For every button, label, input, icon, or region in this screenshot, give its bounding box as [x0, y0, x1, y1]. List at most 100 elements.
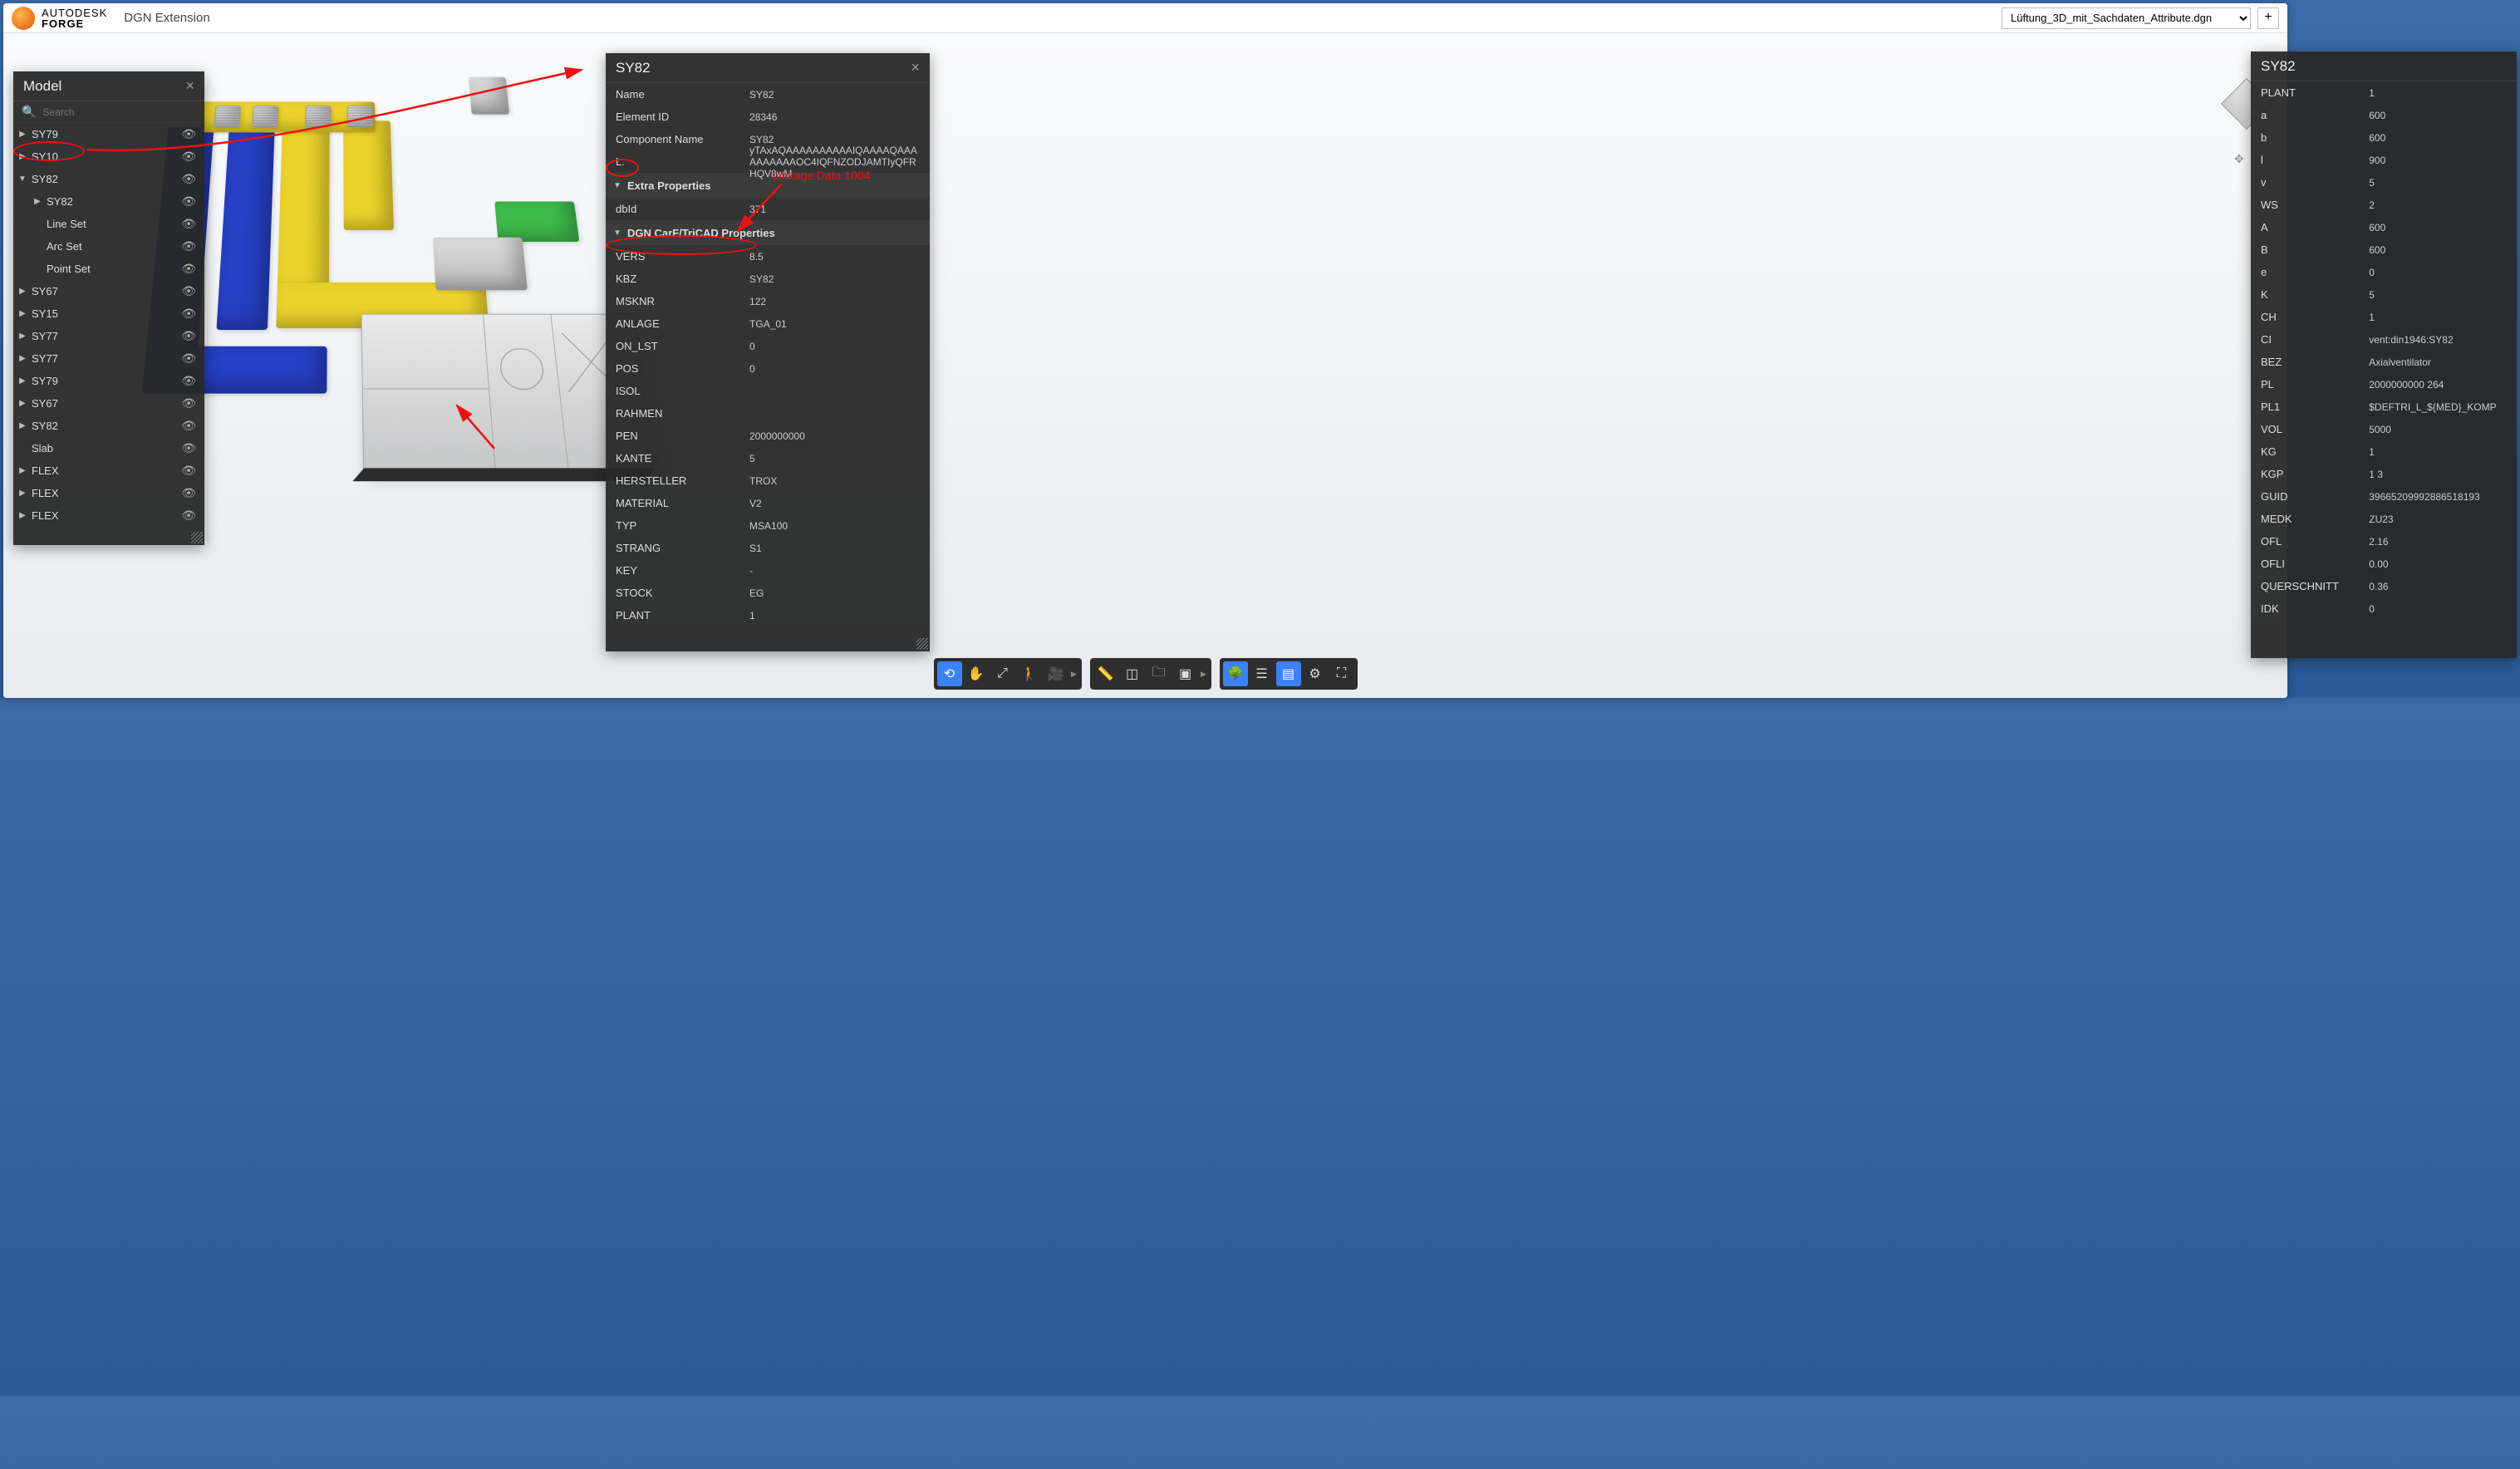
fullscreen-button[interactable]: ⛶	[1329, 661, 1354, 686]
property-row: L.yTAxAQAAAAAAAAAAIQAAAAQAAAAAAAAAAOC4IQ…	[606, 150, 930, 173]
property-key: VERS	[616, 250, 749, 263]
property-key: PLANT	[616, 609, 749, 622]
props-panel-titlebar[interactable]: SY82 ×	[606, 53, 930, 83]
visibility-eye-icon[interactable]: 👁	[181, 262, 196, 276]
properties-button[interactable]: ▤	[1276, 661, 1301, 686]
visibility-eye-icon[interactable]: 👁	[181, 374, 196, 388]
visibility-eye-icon[interactable]: 👁	[181, 150, 196, 164]
caret-icon[interactable]: ▶	[18, 466, 27, 475]
visibility-eye-icon[interactable]: 👁	[181, 396, 196, 410]
visibility-eye-icon[interactable]: 👁	[181, 508, 196, 523]
tree-item[interactable]: Slab 👁	[13, 437, 204, 459]
property-key: BEZ	[2261, 356, 2369, 368]
right-panel-body[interactable]: PLANT1a600b600l900v5WS2A600B600e0K5CH1CI…	[2251, 81, 2517, 658]
property-row: b600	[2251, 126, 2517, 149]
zoom-button[interactable]: ⤢	[990, 661, 1015, 686]
first-person-button[interactable]: 🚶	[1017, 661, 1042, 686]
tree-item[interactable]: ▶SY77👁	[13, 347, 204, 370]
property-value: TROX	[749, 475, 920, 487]
structure-button[interactable]: 🌳	[1223, 661, 1248, 686]
camera-button[interactable]: 🎥	[1044, 661, 1068, 686]
tree-item-label: Slab	[32, 442, 176, 454]
tree-item[interactable]: Line Set👁	[13, 213, 204, 235]
property-section-header[interactable]: ▼DGN CarF/TriCAD Properties	[606, 220, 930, 245]
resize-handle-icon[interactable]	[916, 638, 928, 650]
section-button[interactable]: ◫	[1120, 661, 1145, 686]
visibility-eye-icon[interactable]: 👁	[181, 127, 196, 141]
orbit-button[interactable]: ⟲	[937, 661, 962, 686]
resize-handle-icon[interactable]	[191, 532, 203, 543]
caret-icon[interactable]: ▶	[18, 399, 27, 408]
layers-button[interactable]: ☰	[1250, 661, 1275, 686]
caret-icon[interactable]: ▶	[18, 287, 27, 296]
model-panel-titlebar[interactable]: Model ×	[13, 71, 204, 101]
properties-panel[interactable]: SY82 × NameSY82Element ID28346Component …	[606, 53, 930, 651]
tree-item[interactable]: Arc Set👁	[13, 235, 204, 258]
app-window: AUTODESK FORGE DGN Extension Lüftung_3D_…	[3, 3, 2287, 698]
pan-button[interactable]: ✋	[964, 661, 989, 686]
visibility-eye-icon[interactable]: 👁	[181, 284, 196, 298]
visibility-eye-icon[interactable]: 👁	[181, 194, 196, 209]
property-key: KG	[2261, 445, 2369, 458]
tree-item[interactable]: ▶SY67👁	[13, 280, 204, 302]
right-panel-titlebar[interactable]: SY82	[2251, 52, 2517, 81]
tree-item[interactable]: ▶SY10👁	[13, 145, 204, 168]
caret-icon[interactable]: ▶	[18, 489, 27, 498]
caret-icon[interactable]: ▶	[18, 354, 27, 363]
wasd-nav-icon[interactable]: ✥	[2234, 152, 2244, 166]
visibility-eye-icon[interactable]: 👁	[181, 307, 196, 321]
chevron-right-icon[interactable]: ▶	[1070, 661, 1078, 686]
properties-panel-secondary[interactable]: SY82 PLANT1a600b600l900v5WS2A600B600e0K5…	[2251, 52, 2517, 658]
tree-item[interactable]: ▶SY67👁	[13, 392, 204, 415]
add-file-button[interactable]: +	[2257, 7, 2279, 29]
explode-button[interactable]: 🗀	[1147, 661, 1172, 686]
model-browser-panel[interactable]: Model × 🔍 ▶SY79👁▶SY10👁▼SY82👁▶SY82👁Line S…	[13, 71, 204, 545]
tree-item[interactable]: Point Set👁	[13, 258, 204, 280]
caret-icon[interactable]: ▶	[18, 130, 27, 139]
visibility-eye-icon[interactable]: 👁	[181, 464, 196, 478]
model-tree[interactable]: ▶SY79👁▶SY10👁▼SY82👁▶SY82👁Line Set👁Arc Set…	[13, 123, 204, 545]
caret-icon[interactable]: ▶	[18, 376, 27, 386]
close-icon[interactable]: ×	[911, 59, 920, 76]
tree-item[interactable]: ▶SY77👁	[13, 325, 204, 347]
property-key: KEY	[616, 564, 749, 577]
props-body[interactable]: NameSY82Element ID28346Component NameSY8…	[606, 83, 930, 651]
close-icon[interactable]: ×	[185, 77, 194, 95]
caret-icon[interactable]: ▼	[18, 174, 27, 184]
visibility-eye-icon[interactable]: 👁	[181, 351, 196, 366]
viewer-canvas[interactable]: ⌂ ✥ Model × 🔍 ▶SY79👁▶SY10👁▼SY82👁▶SY82👁Li…	[3, 33, 2287, 698]
visibility-eye-icon[interactable]: 👁	[181, 419, 196, 433]
property-value: -	[749, 565, 920, 577]
tree-item[interactable]: ▶FLEX👁	[13, 459, 204, 482]
model-search-input[interactable]	[42, 106, 196, 118]
caret-icon[interactable]: ▶	[18, 332, 27, 341]
measure-button[interactable]: 📏	[1093, 661, 1118, 686]
visibility-eye-icon[interactable]: 👁	[181, 441, 196, 455]
tree-item[interactable]: ▶FLEX👁	[13, 504, 204, 527]
tree-item[interactable]: ▶SY79👁	[13, 370, 204, 392]
caret-icon[interactable]: ▶	[18, 511, 27, 520]
tree-item[interactable]: ▶SY82👁	[13, 190, 204, 213]
visibility-eye-icon[interactable]: 👁	[181, 172, 196, 186]
caret-icon[interactable]: ▶	[18, 421, 27, 430]
tree-item[interactable]: ▼SY82👁	[13, 168, 204, 190]
brand-text: AUTODESK FORGE	[42, 7, 107, 29]
modelbox-button[interactable]: ▣	[1173, 661, 1198, 686]
file-select-dropdown[interactable]: Lüftung_3D_mit_Sachdaten_Attribute.dgn	[2002, 7, 2251, 29]
visibility-eye-icon[interactable]: 👁	[181, 217, 196, 231]
caret-icon[interactable]: ▶	[33, 197, 42, 206]
caret-icon[interactable]: ▶	[18, 152, 27, 161]
property-key: ISOL	[616, 385, 749, 397]
visibility-eye-icon[interactable]: 👁	[181, 329, 196, 343]
tree-item[interactable]: ▶FLEX👁	[13, 482, 204, 504]
tree-item[interactable]: ▶SY15👁	[13, 302, 204, 325]
settings-button[interactable]: ⚙	[1303, 661, 1328, 686]
property-row: PEN2000000000	[606, 425, 930, 447]
chevron-right-icon[interactable]: ▶	[1200, 661, 1208, 686]
property-key: e	[2261, 266, 2369, 278]
caret-icon[interactable]: ▶	[18, 309, 27, 318]
visibility-eye-icon[interactable]: 👁	[181, 239, 196, 253]
tree-item[interactable]: ▶SY79👁	[13, 123, 204, 145]
tree-item[interactable]: ▶SY82👁	[13, 415, 204, 437]
visibility-eye-icon[interactable]: 👁	[181, 486, 196, 500]
